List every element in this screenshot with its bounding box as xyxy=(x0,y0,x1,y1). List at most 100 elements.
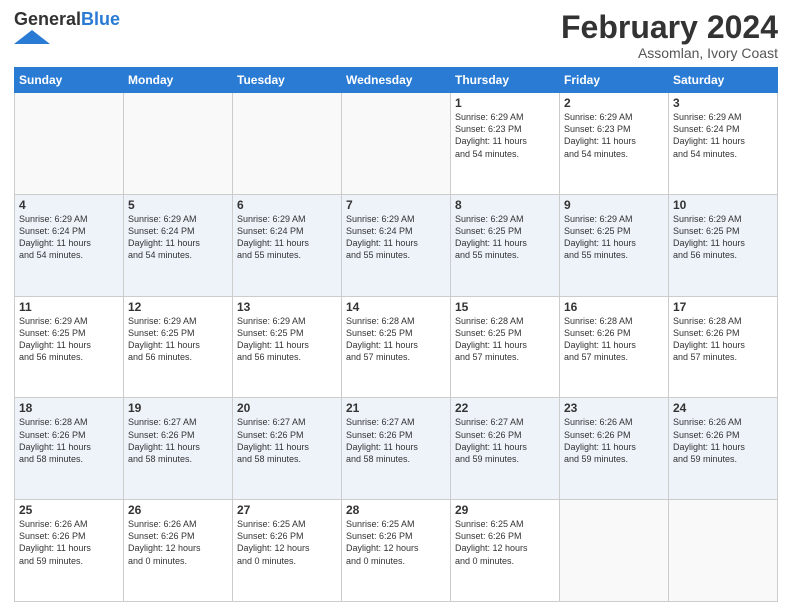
day-info: Sunrise: 6:27 AM Sunset: 6:26 PM Dayligh… xyxy=(128,416,228,465)
table-row: 6Sunrise: 6:29 AM Sunset: 6:24 PM Daylig… xyxy=(233,194,342,296)
table-row: 21Sunrise: 6:27 AM Sunset: 6:26 PM Dayli… xyxy=(342,398,451,500)
table-row: 25Sunrise: 6:26 AM Sunset: 6:26 PM Dayli… xyxy=(15,500,124,602)
day-info: Sunrise: 6:29 AM Sunset: 6:24 PM Dayligh… xyxy=(237,213,337,262)
table-row: 12Sunrise: 6:29 AM Sunset: 6:25 PM Dayli… xyxy=(124,296,233,398)
calendar-header-row: Sunday Monday Tuesday Wednesday Thursday… xyxy=(15,68,778,93)
table-row xyxy=(669,500,778,602)
day-info: Sunrise: 6:29 AM Sunset: 6:25 PM Dayligh… xyxy=(19,315,119,364)
table-row xyxy=(560,500,669,602)
day-number: 5 xyxy=(128,198,228,212)
table-row xyxy=(342,93,451,195)
table-row xyxy=(15,93,124,195)
calendar-week-row: 25Sunrise: 6:26 AM Sunset: 6:26 PM Dayli… xyxy=(15,500,778,602)
day-info: Sunrise: 6:25 AM Sunset: 6:26 PM Dayligh… xyxy=(455,518,555,567)
logo-text: GeneralBlue xyxy=(14,10,120,30)
header: GeneralBlue February 2024 Assomlan, Ivor… xyxy=(14,10,778,61)
month-year: February 2024 xyxy=(561,10,778,45)
day-info: Sunrise: 6:29 AM Sunset: 6:24 PM Dayligh… xyxy=(128,213,228,262)
col-sunday: Sunday xyxy=(15,68,124,93)
col-monday: Monday xyxy=(124,68,233,93)
table-row: 19Sunrise: 6:27 AM Sunset: 6:26 PM Dayli… xyxy=(124,398,233,500)
calendar-table: Sunday Monday Tuesday Wednesday Thursday… xyxy=(14,67,778,602)
day-number: 6 xyxy=(237,198,337,212)
day-number: 8 xyxy=(455,198,555,212)
day-number: 22 xyxy=(455,401,555,415)
day-number: 10 xyxy=(673,198,773,212)
logo: GeneralBlue xyxy=(14,10,120,49)
day-number: 19 xyxy=(128,401,228,415)
calendar-week-row: 1Sunrise: 6:29 AM Sunset: 6:23 PM Daylig… xyxy=(15,93,778,195)
table-row: 11Sunrise: 6:29 AM Sunset: 6:25 PM Dayli… xyxy=(15,296,124,398)
calendar-week-row: 4Sunrise: 6:29 AM Sunset: 6:24 PM Daylig… xyxy=(15,194,778,296)
table-row: 24Sunrise: 6:26 AM Sunset: 6:26 PM Dayli… xyxy=(669,398,778,500)
day-info: Sunrise: 6:29 AM Sunset: 6:25 PM Dayligh… xyxy=(564,213,664,262)
col-saturday: Saturday xyxy=(669,68,778,93)
day-info: Sunrise: 6:28 AM Sunset: 6:25 PM Dayligh… xyxy=(346,315,446,364)
logo-blue: Blue xyxy=(81,9,120,29)
day-number: 23 xyxy=(564,401,664,415)
table-row: 15Sunrise: 6:28 AM Sunset: 6:25 PM Dayli… xyxy=(451,296,560,398)
table-row: 14Sunrise: 6:28 AM Sunset: 6:25 PM Dayli… xyxy=(342,296,451,398)
day-info: Sunrise: 6:29 AM Sunset: 6:25 PM Dayligh… xyxy=(128,315,228,364)
title-block: February 2024 Assomlan, Ivory Coast xyxy=(561,10,778,61)
day-info: Sunrise: 6:26 AM Sunset: 6:26 PM Dayligh… xyxy=(673,416,773,465)
day-info: Sunrise: 6:29 AM Sunset: 6:24 PM Dayligh… xyxy=(19,213,119,262)
table-row: 7Sunrise: 6:29 AM Sunset: 6:24 PM Daylig… xyxy=(342,194,451,296)
day-info: Sunrise: 6:29 AM Sunset: 6:24 PM Dayligh… xyxy=(346,213,446,262)
day-info: Sunrise: 6:29 AM Sunset: 6:25 PM Dayligh… xyxy=(237,315,337,364)
page: GeneralBlue February 2024 Assomlan, Ivor… xyxy=(0,0,792,612)
col-friday: Friday xyxy=(560,68,669,93)
table-row: 13Sunrise: 6:29 AM Sunset: 6:25 PM Dayli… xyxy=(233,296,342,398)
table-row: 22Sunrise: 6:27 AM Sunset: 6:26 PM Dayli… xyxy=(451,398,560,500)
day-number: 26 xyxy=(128,503,228,517)
day-number: 15 xyxy=(455,300,555,314)
day-number: 13 xyxy=(237,300,337,314)
day-number: 2 xyxy=(564,96,664,110)
table-row: 16Sunrise: 6:28 AM Sunset: 6:26 PM Dayli… xyxy=(560,296,669,398)
table-row: 27Sunrise: 6:25 AM Sunset: 6:26 PM Dayli… xyxy=(233,500,342,602)
day-number: 18 xyxy=(19,401,119,415)
table-row: 5Sunrise: 6:29 AM Sunset: 6:24 PM Daylig… xyxy=(124,194,233,296)
day-number: 7 xyxy=(346,198,446,212)
table-row: 28Sunrise: 6:25 AM Sunset: 6:26 PM Dayli… xyxy=(342,500,451,602)
table-row: 26Sunrise: 6:26 AM Sunset: 6:26 PM Dayli… xyxy=(124,500,233,602)
day-number: 24 xyxy=(673,401,773,415)
table-row xyxy=(233,93,342,195)
table-row: 23Sunrise: 6:26 AM Sunset: 6:26 PM Dayli… xyxy=(560,398,669,500)
day-number: 1 xyxy=(455,96,555,110)
table-row: 3Sunrise: 6:29 AM Sunset: 6:24 PM Daylig… xyxy=(669,93,778,195)
day-info: Sunrise: 6:26 AM Sunset: 6:26 PM Dayligh… xyxy=(564,416,664,465)
day-info: Sunrise: 6:27 AM Sunset: 6:26 PM Dayligh… xyxy=(346,416,446,465)
table-row: 29Sunrise: 6:25 AM Sunset: 6:26 PM Dayli… xyxy=(451,500,560,602)
table-row: 10Sunrise: 6:29 AM Sunset: 6:25 PM Dayli… xyxy=(669,194,778,296)
day-info: Sunrise: 6:29 AM Sunset: 6:24 PM Dayligh… xyxy=(673,111,773,160)
table-row: 2Sunrise: 6:29 AM Sunset: 6:23 PM Daylig… xyxy=(560,93,669,195)
table-row: 8Sunrise: 6:29 AM Sunset: 6:25 PM Daylig… xyxy=(451,194,560,296)
day-number: 27 xyxy=(237,503,337,517)
day-number: 4 xyxy=(19,198,119,212)
table-row: 17Sunrise: 6:28 AM Sunset: 6:26 PM Dayli… xyxy=(669,296,778,398)
day-number: 12 xyxy=(128,300,228,314)
table-row: 1Sunrise: 6:29 AM Sunset: 6:23 PM Daylig… xyxy=(451,93,560,195)
day-info: Sunrise: 6:25 AM Sunset: 6:26 PM Dayligh… xyxy=(346,518,446,567)
col-wednesday: Wednesday xyxy=(342,68,451,93)
day-number: 16 xyxy=(564,300,664,314)
day-info: Sunrise: 6:26 AM Sunset: 6:26 PM Dayligh… xyxy=(128,518,228,567)
col-thursday: Thursday xyxy=(451,68,560,93)
logo-icon xyxy=(14,30,50,44)
table-row: 9Sunrise: 6:29 AM Sunset: 6:25 PM Daylig… xyxy=(560,194,669,296)
calendar-week-row: 11Sunrise: 6:29 AM Sunset: 6:25 PM Dayli… xyxy=(15,296,778,398)
day-info: Sunrise: 6:29 AM Sunset: 6:25 PM Dayligh… xyxy=(673,213,773,262)
location: Assomlan, Ivory Coast xyxy=(561,45,778,61)
day-info: Sunrise: 6:29 AM Sunset: 6:25 PM Dayligh… xyxy=(455,213,555,262)
day-info: Sunrise: 6:29 AM Sunset: 6:23 PM Dayligh… xyxy=(455,111,555,160)
table-row: 4Sunrise: 6:29 AM Sunset: 6:24 PM Daylig… xyxy=(15,194,124,296)
day-number: 17 xyxy=(673,300,773,314)
day-number: 29 xyxy=(455,503,555,517)
day-number: 3 xyxy=(673,96,773,110)
day-number: 9 xyxy=(564,198,664,212)
table-row: 18Sunrise: 6:28 AM Sunset: 6:26 PM Dayli… xyxy=(15,398,124,500)
day-info: Sunrise: 6:27 AM Sunset: 6:26 PM Dayligh… xyxy=(237,416,337,465)
calendar-week-row: 18Sunrise: 6:28 AM Sunset: 6:26 PM Dayli… xyxy=(15,398,778,500)
day-info: Sunrise: 6:26 AM Sunset: 6:26 PM Dayligh… xyxy=(19,518,119,567)
